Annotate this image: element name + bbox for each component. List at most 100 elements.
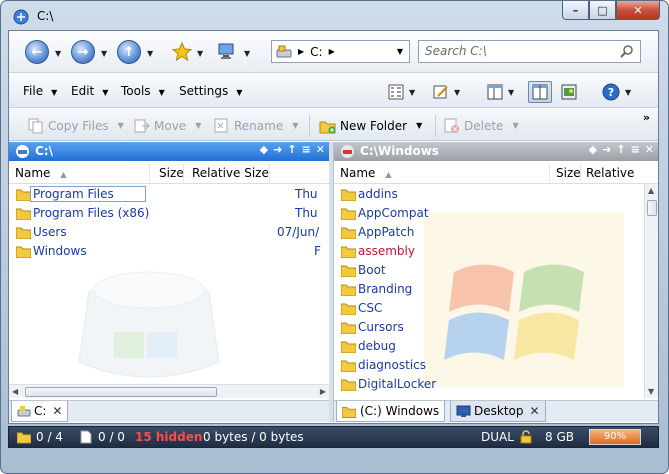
toolbar-overflow-icon[interactable]: » bbox=[643, 111, 650, 124]
column-divider[interactable] bbox=[580, 164, 581, 182]
menu-settings[interactable]: Settings ▼ bbox=[179, 84, 242, 98]
column-name[interactable]: Name ▲ bbox=[340, 166, 392, 180]
scroll-left-icon[interactable]: ◀ bbox=[12, 387, 18, 396]
search-input[interactable]: Search C:\ bbox=[418, 40, 641, 63]
menu-edit[interactable]: Edit ▼ bbox=[71, 84, 108, 98]
column-divider[interactable] bbox=[149, 164, 150, 182]
column-relative[interactable]: Relative bbox=[586, 166, 634, 180]
pane-back-icon[interactable]: ◆ bbox=[589, 143, 597, 156]
close-button[interactable]: ✕ bbox=[616, 1, 660, 20]
minimize-button[interactable]: – bbox=[562, 1, 589, 20]
address-segment[interactable]: C: bbox=[310, 45, 322, 59]
dual-pane-button[interactable] bbox=[528, 81, 552, 103]
view-dropdown-icon[interactable]: ▼ bbox=[409, 88, 415, 97]
new-folder-button[interactable]: New Folder ▼ bbox=[319, 117, 422, 134]
column-divider[interactable] bbox=[549, 164, 550, 182]
address-dropdown-icon[interactable]: ▼ bbox=[397, 47, 403, 56]
maximize-button[interactable]: □ bbox=[589, 1, 616, 20]
left-pane[interactable]: C:\ ◆ ➜ ↑ ≡ ✕ Name▲ Size Relative Size bbox=[9, 142, 329, 422]
list-item[interactable]: Program Files Thu bbox=[9, 185, 329, 204]
search-icon[interactable] bbox=[620, 44, 634, 58]
column-size[interactable]: Size bbox=[159, 166, 184, 180]
forward-dropdown-icon[interactable]: ▼ bbox=[101, 49, 107, 58]
pane-menu-icon[interactable]: ≡ bbox=[631, 143, 640, 156]
list-item[interactable]: AppCompat bbox=[334, 204, 658, 223]
address-bar[interactable]: ▶ C: ▶ ▼ bbox=[271, 40, 410, 63]
menu-tools[interactable]: Tools ▼ bbox=[121, 84, 165, 98]
preview-button[interactable] bbox=[557, 81, 581, 103]
pane-forward-icon[interactable]: ➜ bbox=[602, 143, 611, 156]
rename-button[interactable]: Rename ▼ bbox=[213, 117, 298, 134]
menu-file[interactable]: File ▼ bbox=[23, 84, 57, 98]
pane-close-icon[interactable]: ✕ bbox=[645, 143, 654, 156]
list-item[interactable]: Boot bbox=[334, 261, 658, 280]
scroll-down-icon[interactable]: ▼ bbox=[648, 387, 654, 396]
address-next-icon[interactable]: ▶ bbox=[329, 47, 335, 56]
list-item[interactable]: DigitalLocker bbox=[334, 375, 658, 394]
title-bar[interactable]: C:\ – □ ✕ bbox=[1, 1, 668, 31]
list-item[interactable]: addins bbox=[334, 185, 658, 204]
computer-icon[interactable] bbox=[217, 41, 237, 61]
column-name[interactable]: Name ▲ bbox=[15, 166, 67, 180]
right-vertical-scrollbar[interactable]: ▲ ▼ bbox=[644, 184, 658, 398]
pane-back-icon[interactable]: ◆ bbox=[260, 143, 268, 156]
pane-up-icon[interactable]: ↑ bbox=[287, 143, 296, 156]
list-item[interactable]: Branding bbox=[334, 280, 658, 299]
right-pane[interactable]: C:\Windows ◆ ➜ ↑ ≡ ✕ Name ▲ Size Relative bbox=[333, 142, 658, 422]
scroll-right-icon[interactable]: ▶ bbox=[320, 387, 326, 396]
list-item[interactable]: Program Files (x86) Thu bbox=[9, 204, 329, 223]
column-divider[interactable] bbox=[269, 164, 270, 182]
list-item[interactable]: Users 07/Jun/ bbox=[9, 223, 329, 242]
single-pane-button[interactable] bbox=[483, 81, 507, 103]
tab-close-icon[interactable]: ✕ bbox=[52, 404, 62, 418]
single-pane-dropdown-icon[interactable]: ▼ bbox=[508, 88, 514, 97]
help-button[interactable]: ? bbox=[599, 81, 623, 103]
list-item[interactable]: AppPatch bbox=[334, 223, 658, 242]
pane-menu-icon[interactable]: ≡ bbox=[302, 143, 311, 156]
edit-view-button[interactable] bbox=[429, 81, 453, 103]
list-item[interactable]: Cursors bbox=[334, 318, 658, 337]
up-dropdown-icon[interactable]: ▼ bbox=[147, 49, 153, 58]
tab-desktop[interactable]: Desktop ✕ bbox=[450, 401, 546, 422]
scrollbar-thumb[interactable] bbox=[25, 387, 217, 397]
scroll-up-icon[interactable]: ▲ bbox=[648, 186, 654, 195]
list-item[interactable]: debug bbox=[334, 337, 658, 356]
tab-close-icon[interactable]: ✕ bbox=[530, 404, 540, 418]
pane-close-icon[interactable]: ✕ bbox=[316, 143, 325, 156]
list-item[interactable]: diagnostics bbox=[334, 356, 658, 375]
left-pane-header[interactable]: C:\ ◆ ➜ ↑ ≡ ✕ bbox=[9, 142, 329, 161]
help-dropdown-icon[interactable]: ▼ bbox=[625, 88, 631, 97]
drive-icon bbox=[16, 145, 29, 158]
pane-up-icon[interactable]: ↑ bbox=[616, 143, 625, 156]
tab-windows[interactable]: (C:) Windows bbox=[336, 401, 446, 422]
back-dropdown-icon[interactable]: ▼ bbox=[55, 49, 61, 58]
computer-dropdown-icon[interactable]: ▼ bbox=[244, 49, 250, 58]
favorites-star-icon[interactable] bbox=[172, 42, 192, 62]
scrollbar-thumb[interactable] bbox=[647, 200, 657, 216]
delete-button[interactable]: Delete ▼ bbox=[443, 117, 519, 134]
forward-button[interactable]: → bbox=[71, 40, 95, 64]
list-item[interactable]: assembly bbox=[334, 242, 658, 261]
folder-icon bbox=[341, 360, 356, 372]
status-hidden[interactable]: 15 hidden bbox=[135, 430, 202, 444]
pane-forward-icon[interactable]: ➜ bbox=[273, 143, 282, 156]
lock-icon[interactable] bbox=[519, 430, 533, 444]
list-item[interactable]: Windows F bbox=[9, 242, 329, 261]
tab-c-drive[interactable]: C: ✕ bbox=[11, 401, 69, 422]
left-horizontal-scrollbar[interactable]: ◀ ▶ bbox=[9, 384, 329, 398]
column-divider[interactable] bbox=[183, 164, 184, 182]
right-pane-header[interactable]: C:\Windows ◆ ➜ ↑ ≡ ✕ bbox=[334, 142, 658, 161]
edit-view-dropdown-icon[interactable]: ▼ bbox=[454, 88, 460, 97]
view-button[interactable] bbox=[384, 81, 408, 103]
status-mode[interactable]: DUAL bbox=[481, 430, 514, 444]
column-relative-size[interactable]: Relative Size bbox=[192, 166, 269, 180]
up-button[interactable]: ↑ bbox=[117, 40, 141, 64]
list-item[interactable]: CSC bbox=[334, 299, 658, 318]
delete-icon bbox=[444, 118, 459, 133]
copy-files-button[interactable]: Copy Files ▼ bbox=[27, 117, 124, 134]
back-button[interactable]: ← bbox=[25, 40, 49, 64]
move-button[interactable]: Move ▼ bbox=[133, 117, 201, 134]
command-separator bbox=[435, 115, 436, 137]
favorites-dropdown-icon[interactable]: ▼ bbox=[197, 49, 203, 58]
column-size[interactable]: Size bbox=[556, 166, 581, 180]
